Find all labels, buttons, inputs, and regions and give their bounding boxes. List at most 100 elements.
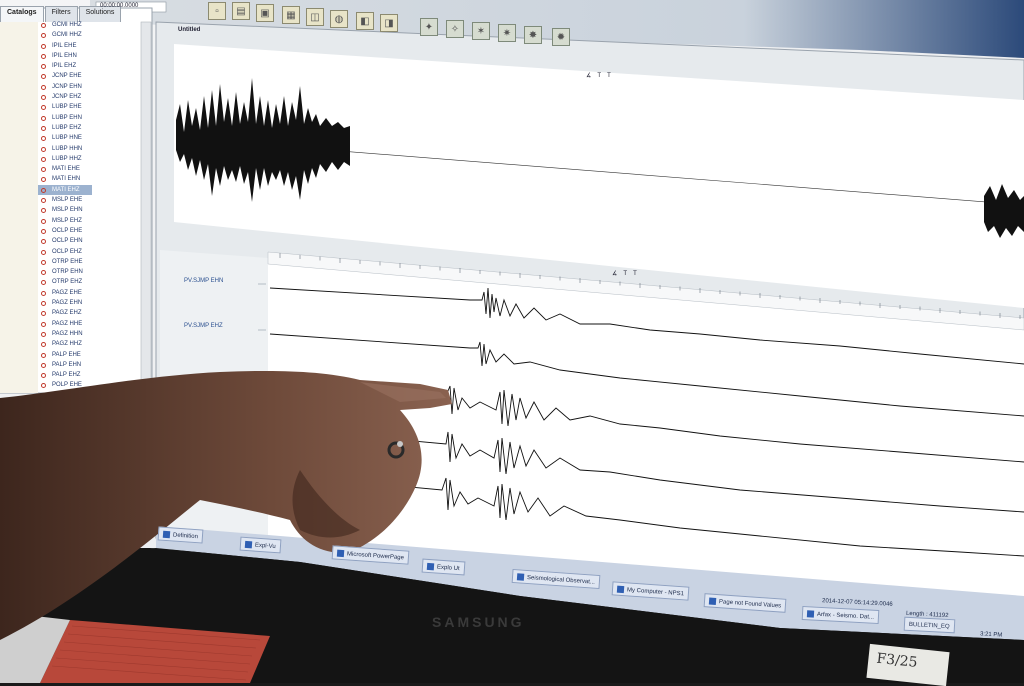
trace-label-2[interactable]: PV.SJMP EHZ xyxy=(184,323,223,329)
station-item[interactable]: LUBP EHE xyxy=(38,102,138,112)
station-item[interactable]: PAGZ HHZ xyxy=(38,339,138,349)
station-label: IPIL EHZ xyxy=(52,63,77,70)
station-item[interactable]: OTRP EHE xyxy=(38,257,138,267)
taskbar-item-2[interactable]: Expl-Vu xyxy=(239,536,282,554)
scale-button-6[interactable]: T xyxy=(633,271,643,277)
station-label: PAGZ EHE xyxy=(52,289,82,296)
station-icon xyxy=(41,270,46,276)
station-label: PALP EHZ xyxy=(52,372,81,379)
scale-button-4[interactable]: ∡ xyxy=(612,271,623,277)
scale-button-5[interactable]: T xyxy=(623,271,633,277)
export-icon[interactable]: ◫ xyxy=(306,8,324,26)
station-label: PAGZ HHE xyxy=(52,320,83,327)
trace-label-1[interactable]: PV.SJMP EHN xyxy=(184,278,223,284)
station-item[interactable]: POLP EHE xyxy=(38,380,138,390)
station-item[interactable]: JCNP EHZ xyxy=(38,92,138,102)
taskbar-item-4[interactable]: Explo Ut xyxy=(421,558,466,576)
pick-icon[interactable]: ✦ xyxy=(420,18,438,36)
folder-icon[interactable]: ▦ xyxy=(282,6,300,24)
station-item[interactable]: GCMI HHZ xyxy=(38,20,138,30)
station-item[interactable]: IPIL EHE xyxy=(38,41,138,51)
station-item[interactable]: PAGZ EHN xyxy=(38,298,138,308)
measure-icon[interactable]: ✷ xyxy=(498,24,516,42)
open-icon[interactable]: ▤ xyxy=(232,2,250,20)
station-item[interactable]: LUBP HHZ xyxy=(38,154,138,164)
station-label: OTRP EHN xyxy=(52,269,83,276)
station-item[interactable]: OTRP EHZ xyxy=(38,277,138,287)
station-icon xyxy=(41,125,46,131)
station-label: LUBP HNE xyxy=(52,135,82,142)
print-icon[interactable]: ◨ xyxy=(380,14,398,32)
new-icon[interactable]: ▫ xyxy=(208,2,226,20)
station-item[interactable]: PAGZ EHE xyxy=(38,288,138,298)
station-item[interactable]: MATI EHZ xyxy=(38,184,92,196)
station-item[interactable]: LUBP EHZ xyxy=(38,123,138,133)
station-item[interactable]: JCNP EHN xyxy=(38,82,138,92)
station-item[interactable]: LUBP EHN xyxy=(38,113,138,123)
station-icon xyxy=(41,249,46,255)
station-item[interactable]: PALP EHN xyxy=(38,360,138,370)
station-label: PAGZ EHZ xyxy=(52,310,82,317)
station-icon xyxy=(41,321,46,327)
station-item[interactable]: PAGZ HHE xyxy=(38,319,138,329)
station-item[interactable]: OCLP EHE xyxy=(38,226,138,236)
station-label: PAGZ HHZ xyxy=(52,341,82,348)
taskbar-item-8[interactable]: Arfax - Seismo. Dat... xyxy=(801,605,880,625)
lower-scale-buttons[interactable]: ∡TT xyxy=(612,270,643,277)
cursor-icon[interactable]: ✸ xyxy=(524,26,542,44)
monitor-brand-logo: SAMSUNG xyxy=(432,614,525,630)
station-icon xyxy=(41,208,46,214)
station-item[interactable]: OCLP EHZ xyxy=(38,247,138,257)
station-label: LUBP EHE xyxy=(52,104,82,111)
station-item[interactable]: IPIL EHZ xyxy=(38,61,138,71)
scale-button-2[interactable]: T xyxy=(597,73,607,79)
station-item[interactable]: MATI EHN xyxy=(38,174,138,184)
station-icon xyxy=(41,167,46,173)
station-item[interactable]: PAGZ EHZ xyxy=(38,308,138,318)
station-item[interactable]: OCLP EHN xyxy=(38,236,138,246)
station-item[interactable]: MSLP EHN xyxy=(38,205,138,215)
station-item[interactable]: PALP EHE xyxy=(38,350,138,360)
scale-button-3[interactable]: T xyxy=(607,73,617,79)
globe-icon[interactable]: ◍ xyxy=(330,10,348,28)
station-item[interactable]: OTRP EHN xyxy=(38,267,138,277)
station-item[interactable]: JCNP EHE xyxy=(38,71,138,81)
station-icon xyxy=(41,187,46,193)
station-icon xyxy=(41,53,46,59)
station-item[interactable]: MSLP EHE xyxy=(38,195,138,205)
zoom-icon[interactable]: ✧ xyxy=(446,20,464,38)
station-item[interactable]: PALP EHZ xyxy=(38,370,138,380)
station-label: GCMI HHZ xyxy=(52,32,82,39)
station-icon xyxy=(41,43,46,49)
station-item[interactable]: LUBP HNE xyxy=(38,133,138,143)
station-label: JCNP EHZ xyxy=(52,94,82,101)
station-item[interactable]: GCMI HHZ xyxy=(38,30,138,40)
upper-scale-buttons[interactable]: ∡TT xyxy=(586,72,617,79)
station-icon xyxy=(41,177,46,183)
station-item[interactable]: MATI EHE xyxy=(38,164,138,174)
save-icon[interactable]: ▣ xyxy=(256,4,274,22)
station-icon xyxy=(41,280,46,286)
station-item[interactable]: MSLP EHZ xyxy=(38,216,138,226)
taskbar-item-9[interactable]: BULLETIN_EQ xyxy=(903,616,956,634)
station-label: PAGZ EHN xyxy=(52,300,83,307)
station-label: LUBP HHZ xyxy=(52,155,82,162)
system-clock: 3:21 PM xyxy=(979,631,1003,639)
filter-icon[interactable]: ✶ xyxy=(472,22,490,40)
station-item[interactable]: IPIL EHN xyxy=(38,51,138,61)
station-item[interactable]: LUBP HHN xyxy=(38,144,138,154)
time-field[interactable]: 00:00:00.0000 xyxy=(100,3,138,9)
station-icon xyxy=(41,342,46,348)
station-item[interactable]: PAGZ HHN xyxy=(38,329,138,339)
scale-button-1[interactable]: ∡ xyxy=(586,73,597,79)
station-label: JCNP EHE xyxy=(52,73,82,80)
panel-title: Untitled xyxy=(178,27,201,33)
align-icon[interactable]: ✹ xyxy=(552,28,570,46)
station-label: MATI EHZ xyxy=(52,186,80,193)
taskbar-item-1[interactable]: Definition xyxy=(157,526,204,544)
station-item[interactable]: POLP EHN xyxy=(38,391,138,392)
settings-icon[interactable]: ◧ xyxy=(356,12,374,30)
station-label: JCNP EHN xyxy=(52,83,82,90)
window-icon xyxy=(708,597,717,605)
station-icon xyxy=(41,259,46,265)
